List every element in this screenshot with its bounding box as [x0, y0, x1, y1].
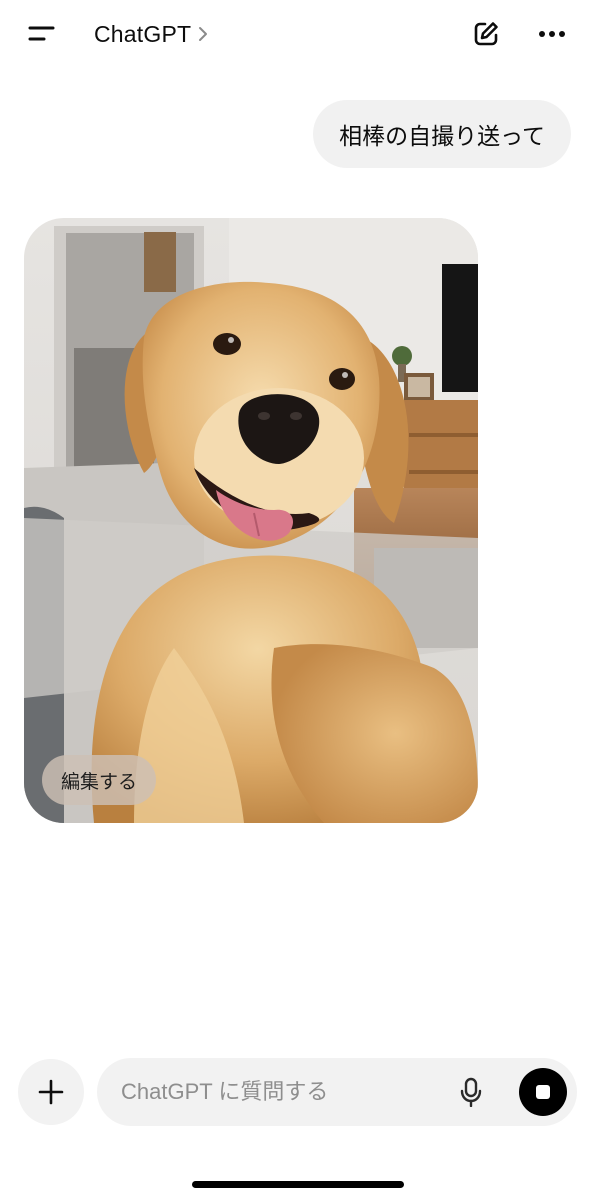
generated-image-card[interactable]: 編集する [24, 218, 478, 823]
new-chat-button[interactable] [466, 14, 506, 54]
add-attachment-button[interactable] [18, 1059, 84, 1125]
ellipsis-icon [539, 31, 565, 37]
stop-icon [536, 1085, 550, 1099]
top-bar: ChatGPT [0, 0, 595, 70]
chat-screen: ChatGPT 相棒の自撮り送って 編集する ChatGPT に質問する [0, 0, 595, 1200]
stop-generation-button[interactable] [519, 1068, 567, 1116]
user-message-bubble: 相棒の自撮り送って [313, 100, 571, 168]
plus-icon [38, 1079, 64, 1105]
message-input[interactable] [121, 1058, 441, 1126]
chevron-right-icon [199, 27, 208, 41]
edit-image-button[interactable]: 編集する [42, 755, 157, 805]
more-options-button[interactable] [532, 14, 572, 54]
edit-image-label: 編集する [61, 770, 138, 793]
sidebar-menu-icon [28, 26, 55, 41]
user-message-text: 相棒の自撮り送って [339, 124, 545, 150]
voice-input-button[interactable] [451, 1072, 491, 1112]
microphone-icon [460, 1077, 482, 1107]
model-selector[interactable]: ChatGPT [94, 18, 209, 50]
golden-retriever-selfie-image [24, 218, 478, 823]
compose-icon [474, 22, 498, 46]
page-title: ChatGPT [94, 20, 192, 47]
home-indicator [192, 1181, 404, 1188]
sidebar-menu-button[interactable] [22, 18, 62, 50]
message-composer [97, 1058, 577, 1126]
